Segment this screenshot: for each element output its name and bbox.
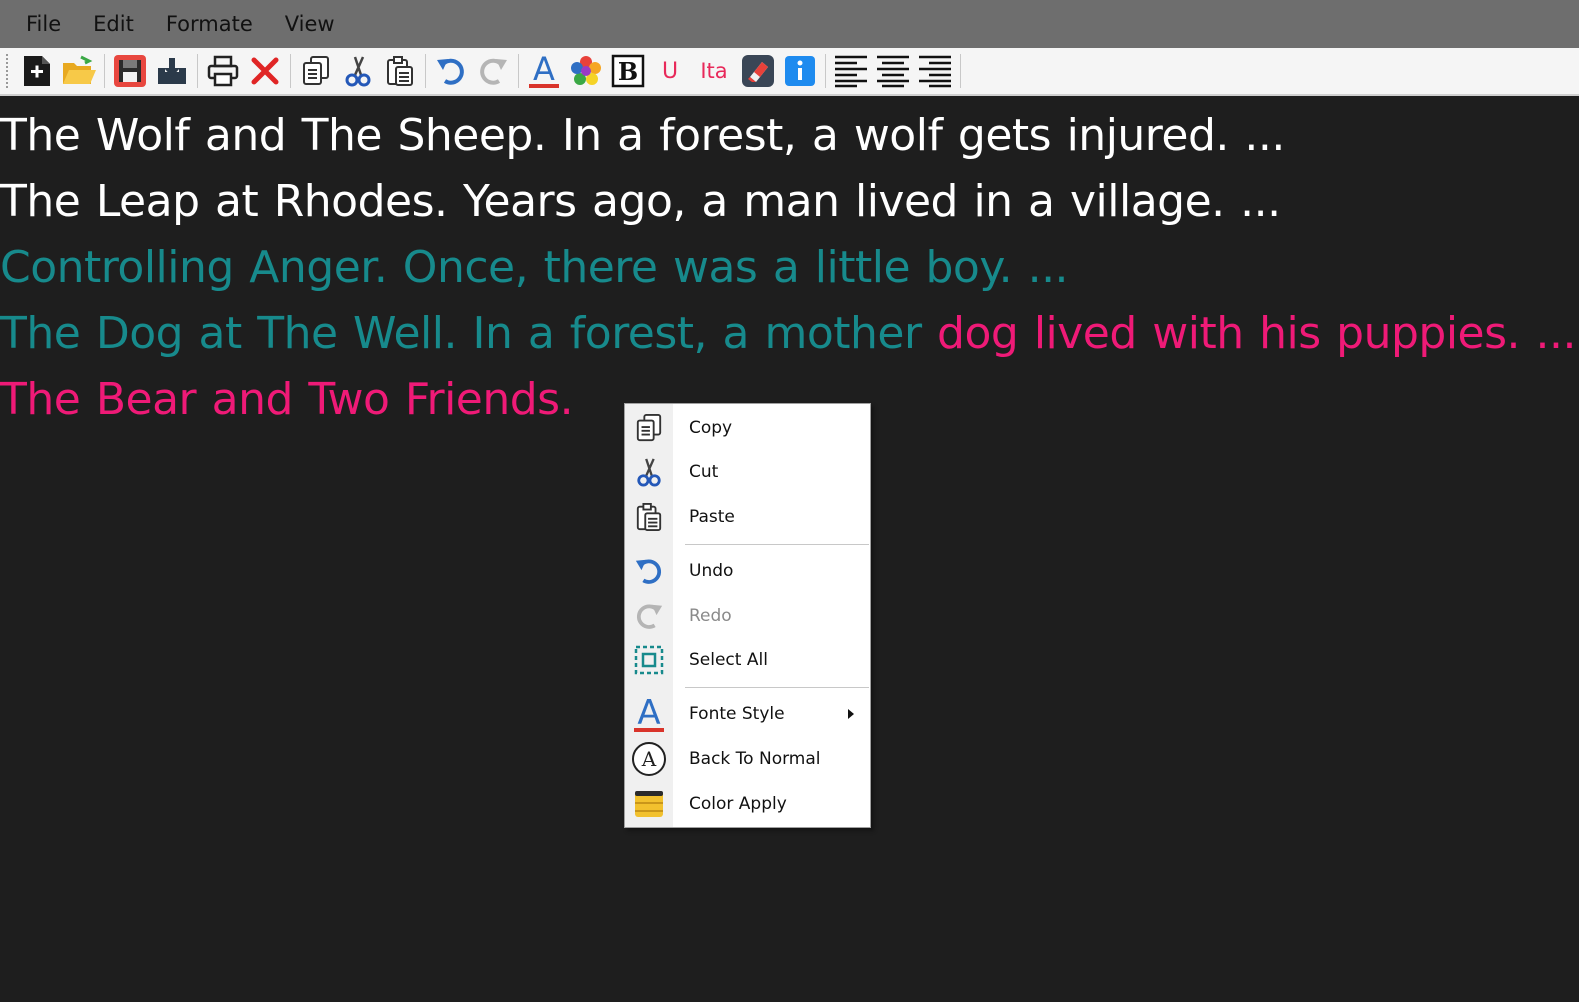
color-apply-icon <box>635 791 663 817</box>
svg-text:A: A <box>641 747 657 771</box>
context-cut-item[interactable]: Cut <box>625 450 870 494</box>
eraser-icon <box>742 55 774 87</box>
context-fonte-style-label: Fonte Style <box>689 704 785 724</box>
context-undo-label: Undo <box>689 561 734 581</box>
text-segment: The Bear and Two Friends. <box>0 374 574 425</box>
color-picker-icon <box>571 56 601 85</box>
info-icon <box>785 56 815 86</box>
context-fonte-style-item[interactable]: A Fonte Style <box>625 692 870 736</box>
undo-toolbar-button[interactable] <box>433 52 469 90</box>
context-redo-label: Redo <box>689 606 732 626</box>
context-color-apply-item[interactable]: Color Apply <box>625 782 870 826</box>
text-segment: The Wolf and The Sheep. In a forest, a w… <box>0 110 1285 161</box>
toolbar-grip[interactable] <box>6 54 10 88</box>
menu-file[interactable]: File <box>10 0 77 48</box>
download-icon <box>158 58 186 84</box>
open-button[interactable] <box>61 52 97 90</box>
color-picker-button[interactable] <box>568 52 604 90</box>
editor-line: The Dog at The Well. In a forest, a moth… <box>0 296 1579 362</box>
align-right-button[interactable] <box>917 52 953 90</box>
print-icon <box>207 55 239 87</box>
font-color-button[interactable]: A <box>526 52 562 90</box>
context-color-apply-label: Color Apply <box>689 794 787 814</box>
close-icon <box>251 57 279 85</box>
context-undo-item[interactable]: Undo <box>625 549 870 593</box>
context-back-to-normal-item[interactable]: A Back To Normal <box>625 737 870 781</box>
new-icon <box>24 56 50 86</box>
cut-icon <box>637 458 661 487</box>
context-back-to-normal-label: Back To Normal <box>689 749 821 769</box>
underline-button[interactable]: U <box>652 52 688 90</box>
text-segment: dog lived with his puppies. ... <box>937 308 1576 359</box>
context-copy-item[interactable]: Copy <box>625 406 870 450</box>
paste-icon <box>636 503 662 531</box>
save-as-button[interactable] <box>154 52 190 90</box>
context-copy-label: Copy <box>689 418 733 438</box>
context-separator <box>685 687 869 689</box>
cut-toolbar-button[interactable] <box>340 52 376 90</box>
align-center-icon <box>877 55 909 88</box>
bold-icon: B <box>611 54 645 88</box>
paste-icon <box>387 56 413 86</box>
back-to-normal-icon: A <box>632 742 666 776</box>
editor-line: Controlling Anger. Once, there was a lit… <box>0 230 1579 296</box>
menu-view[interactable]: View <box>269 0 351 48</box>
align-left-button[interactable] <box>833 52 869 90</box>
undo-icon <box>635 559 661 584</box>
copy-icon <box>636 414 662 442</box>
context-select-all-label: Select All <box>689 650 768 670</box>
bold-button[interactable]: B <box>610 52 646 90</box>
redo-toolbar-button[interactable] <box>475 52 511 90</box>
editor-line: The Wolf and The Sheep. In a forest, a w… <box>0 98 1579 164</box>
menu-edit[interactable]: Edit <box>77 0 150 48</box>
editor-line: The Leap at Rhodes. Years ago, a man liv… <box>0 164 1579 230</box>
font-color-icon: A <box>634 695 664 733</box>
save-button[interactable] <box>112 52 148 90</box>
italic-icon: Ita <box>700 59 728 83</box>
copy-icon <box>303 56 329 85</box>
eraser-button[interactable] <box>740 52 776 90</box>
font-color-icon: A <box>529 53 559 88</box>
redo-icon <box>637 604 663 629</box>
align-center-button[interactable] <box>875 52 911 90</box>
svg-text:A: A <box>637 695 660 733</box>
align-left-icon <box>835 55 867 88</box>
svg-text:A: A <box>533 53 555 88</box>
redo-icon <box>480 58 507 85</box>
copy-toolbar-button[interactable] <box>298 52 334 90</box>
text-segment: The Leap at Rhodes. Years ago, a man liv… <box>0 176 1281 227</box>
close-button[interactable] <box>247 52 283 90</box>
text-segment: Controlling Anger. Once, there was a lit… <box>0 242 1069 293</box>
undo-icon <box>437 58 464 85</box>
italic-button[interactable]: Ita <box>694 52 734 90</box>
context-separator <box>685 544 869 546</box>
new-document-button[interactable] <box>19 52 55 90</box>
context-menu: Copy Cut Paste Undo Redo Select All A Fo… <box>624 403 871 828</box>
menu-formate[interactable]: Formate <box>150 0 269 48</box>
toolbar: A B U Ita <box>0 48 1579 96</box>
print-button[interactable] <box>205 52 241 90</box>
context-paste-label: Paste <box>689 507 735 527</box>
select-all-icon <box>634 645 664 675</box>
paste-toolbar-button[interactable] <box>382 52 418 90</box>
align-right-icon <box>919 55 951 88</box>
text-segment: The Dog at The Well. In a forest, a moth… <box>0 308 938 359</box>
svg-text:B: B <box>618 57 638 86</box>
menu-bar: File Edit Formate View <box>0 0 1579 48</box>
context-select-all-item[interactable]: Select All <box>625 638 870 682</box>
context-paste-item[interactable]: Paste <box>625 495 870 539</box>
context-redo-item[interactable]: Redo <box>625 594 870 638</box>
underline-icon: U <box>661 58 679 84</box>
open-folder-icon <box>63 55 96 84</box>
cut-icon <box>345 56 371 87</box>
info-button[interactable] <box>782 52 818 90</box>
submenu-arrow-icon <box>848 709 854 719</box>
save-icon <box>114 55 146 87</box>
context-cut-label: Cut <box>689 462 719 482</box>
